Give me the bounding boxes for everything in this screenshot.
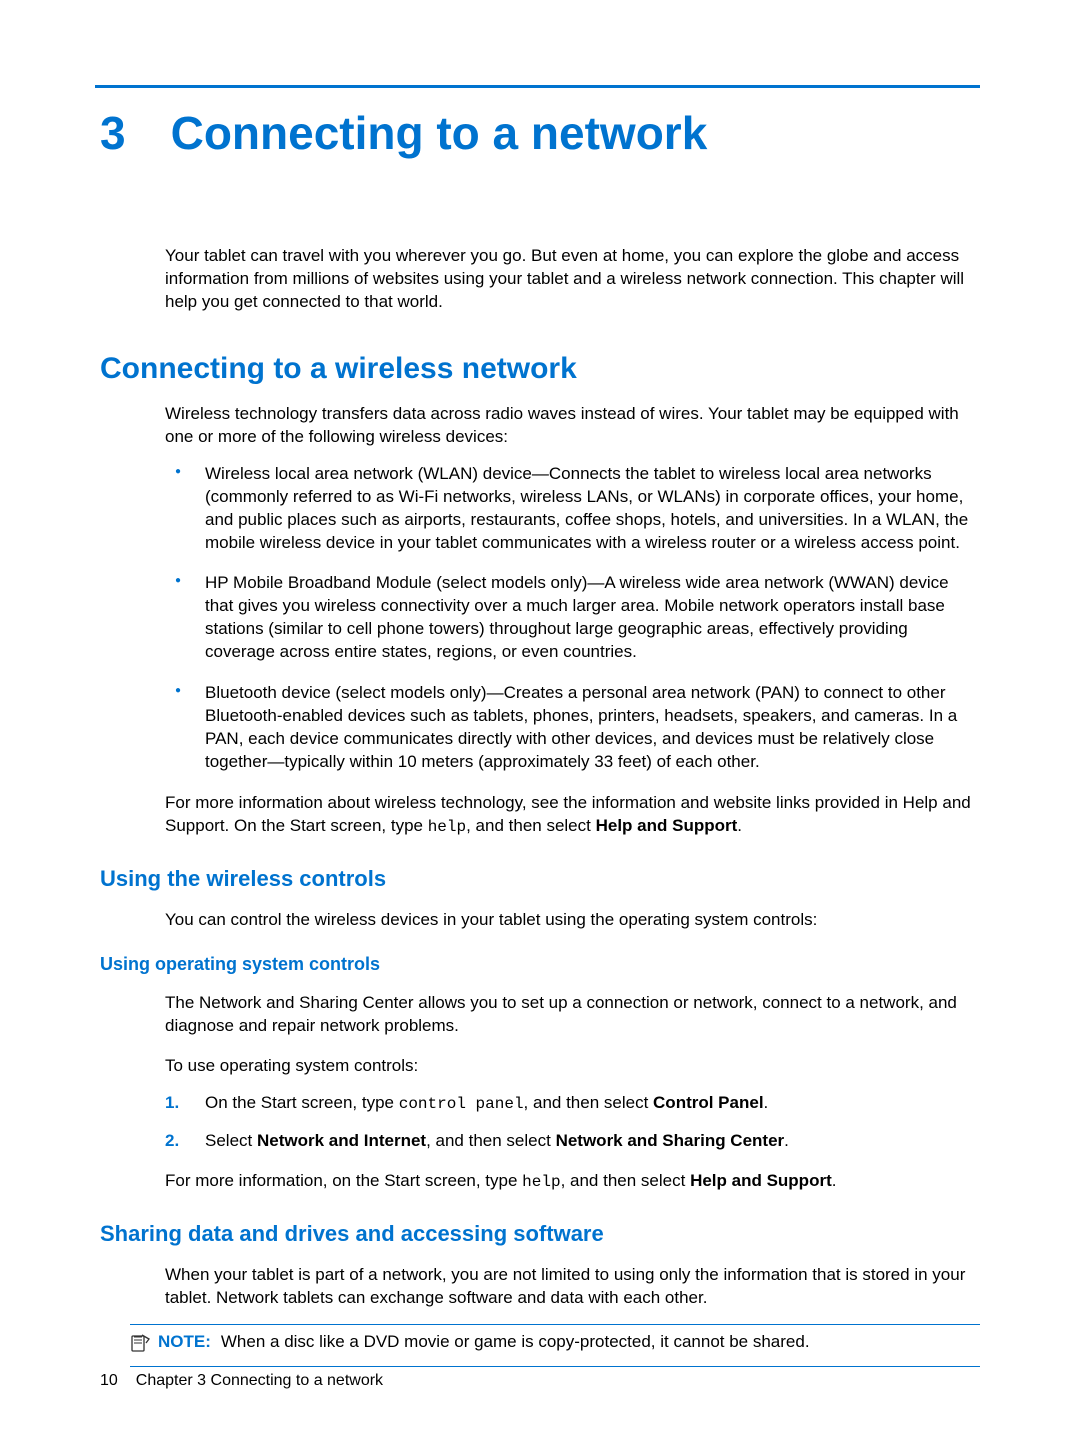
document-page: 3 Connecting to a network Your tablet ca… bbox=[0, 0, 1080, 1437]
text-fragment: For more information, on the Start scree… bbox=[165, 1171, 522, 1190]
subsection-heading-sharing-data: Sharing data and drives and accessing so… bbox=[100, 1221, 980, 1247]
note-text: When a disc like a DVD movie or game is … bbox=[221, 1332, 810, 1351]
paragraph: You can control the wireless devices in … bbox=[165, 909, 980, 932]
list-item: HP Mobile Broadband Module (select model… bbox=[165, 572, 980, 664]
os-controls-steps: On the Start screen, type control panel,… bbox=[165, 1092, 980, 1153]
paragraph: Wireless technology transfers data acros… bbox=[165, 403, 980, 449]
paragraph: For more information about wireless tech… bbox=[165, 792, 980, 839]
paragraph: To use operating system controls: bbox=[165, 1055, 980, 1078]
note-callout: NOTE: When a disc like a DVD movie or gam… bbox=[130, 1324, 980, 1367]
text-fragment: , and then select bbox=[524, 1093, 653, 1112]
subsubsection-heading-os-controls: Using operating system controls bbox=[100, 954, 980, 975]
text-fragment: Select bbox=[205, 1131, 257, 1150]
note-content: NOTE: When a disc like a DVD movie or gam… bbox=[158, 1331, 810, 1354]
text-fragment: , and then select bbox=[466, 816, 595, 835]
text-fragment: . bbox=[737, 816, 742, 835]
page-footer: 10 Chapter 3 Connecting to a network bbox=[100, 1372, 383, 1390]
text-fragment: , and then select bbox=[426, 1131, 555, 1150]
list-item: Wireless local area network (WLAN) devic… bbox=[165, 463, 980, 555]
section-heading-wireless-network: Connecting to a wireless network bbox=[100, 352, 980, 386]
code-text: help bbox=[522, 1173, 560, 1191]
note-label: NOTE: bbox=[158, 1332, 211, 1351]
intro-paragraph: Your tablet can travel with you wherever… bbox=[165, 245, 980, 314]
text-fragment: On the Start screen, type bbox=[205, 1093, 399, 1112]
paragraph: For more information, on the Start scree… bbox=[165, 1170, 980, 1194]
bold-text: Network and Sharing Center bbox=[556, 1131, 785, 1150]
note-icon bbox=[130, 1333, 150, 1360]
subsection-heading-wireless-controls: Using the wireless controls bbox=[100, 866, 980, 892]
code-text: help bbox=[428, 818, 466, 836]
code-text: control panel bbox=[399, 1095, 524, 1113]
chapter-reference: Chapter 3 Connecting to a network bbox=[136, 1372, 383, 1389]
bold-text: Control Panel bbox=[653, 1093, 764, 1112]
text-fragment: . bbox=[764, 1093, 769, 1112]
list-item: Select Network and Internet, and then se… bbox=[165, 1130, 980, 1153]
chapter-rule bbox=[95, 85, 980, 88]
paragraph: When your tablet is part of a network, y… bbox=[165, 1264, 980, 1310]
list-item: On the Start screen, type control panel,… bbox=[165, 1092, 980, 1116]
text-fragment: . bbox=[832, 1171, 837, 1190]
page-number: 10 bbox=[100, 1372, 118, 1389]
chapter-number: 3 bbox=[100, 106, 126, 160]
chapter-title: Connecting to a network bbox=[171, 106, 708, 160]
list-item: Bluetooth device (select models only)—Cr… bbox=[165, 682, 980, 774]
bold-text: Help and Support bbox=[690, 1171, 832, 1190]
text-fragment: , and then select bbox=[561, 1171, 690, 1190]
paragraph: The Network and Sharing Center allows yo… bbox=[165, 992, 980, 1038]
bold-text: Help and Support bbox=[596, 816, 738, 835]
text-fragment: . bbox=[784, 1131, 789, 1150]
chapter-heading: 3 Connecting to a network bbox=[100, 106, 980, 160]
bold-text: Network and Internet bbox=[257, 1131, 426, 1150]
wireless-devices-list: Wireless local area network (WLAN) devic… bbox=[165, 463, 980, 774]
